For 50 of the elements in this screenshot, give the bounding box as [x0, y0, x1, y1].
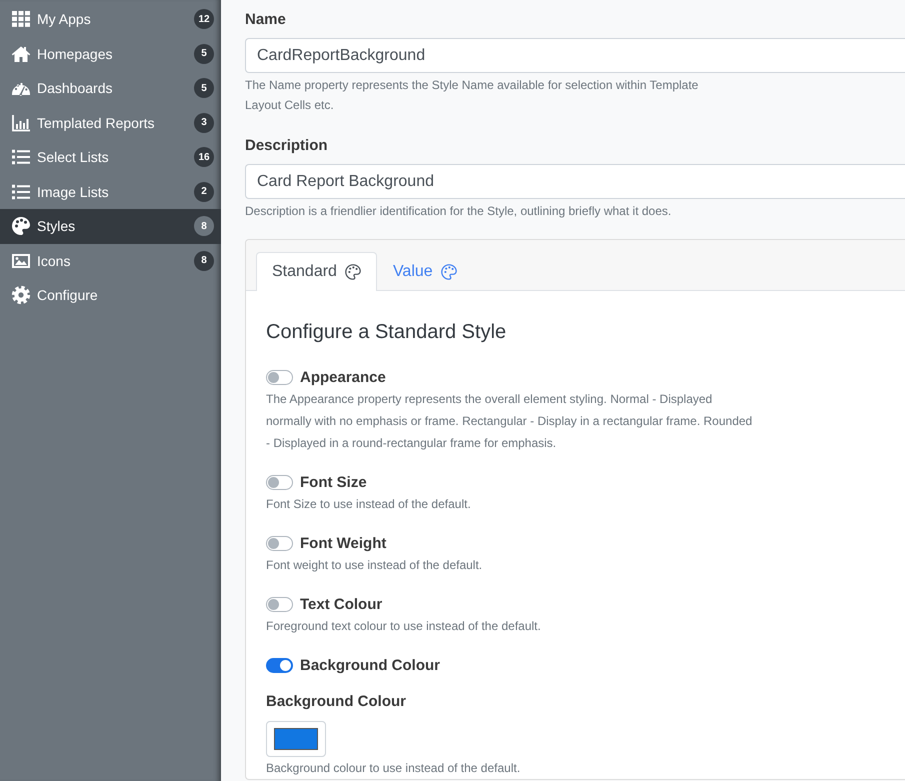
gear-icon: [11, 285, 31, 306]
house-icon: [11, 44, 31, 64]
count-badge: 8: [194, 250, 214, 271]
sidebar-item[interactable]: Icons 8: [0, 244, 221, 278]
help-text: The Name property represents the Style Name available for selection within Template Layout Cells etc.: [245, 77, 700, 114]
field-label: Name: [245, 10, 287, 30]
tab[interactable]: Standard: [256, 252, 377, 291]
option-label: Text Colour: [300, 596, 382, 612]
count-badge: 3: [194, 112, 214, 133]
option-label: Background Colour: [300, 656, 440, 674]
sidebar-item[interactable]: Dashboards 5: [0, 71, 221, 106]
sidebar-item[interactable]: Select Lists 16: [0, 140, 221, 174]
toggle-switch[interactable]: [266, 474, 293, 490]
color-picker[interactable]: [266, 721, 326, 757]
text-input[interactable]: Card Report Background: [245, 164, 905, 199]
sidebar-item[interactable]: My Apps 12: [0, 2, 221, 36]
sidebar-item[interactable]: Templated Reports 3: [0, 106, 221, 140]
option-description: Foreground text colour to use instead of the default.: [266, 618, 542, 635]
toggle-switch[interactable]: [266, 370, 293, 384]
palette-icon: [344, 264, 361, 280]
toggle-switch[interactable]: [266, 658, 293, 672]
option-description: Font Size to use instead of the default.: [266, 496, 472, 513]
count-badge: 8: [194, 216, 214, 236]
count-badge: 16: [194, 147, 214, 168]
help-text: Description is a friendlier identification for the Style, outlining briefly what it does.: [245, 203, 672, 220]
sidebar-item[interactable]: Styles 8: [0, 209, 221, 244]
sidebar-item[interactable]: Homepages 5: [0, 36, 221, 71]
count-badge: 5: [194, 78, 214, 98]
text-input[interactable]: CardReportBackground: [245, 38, 905, 73]
count-badge: 5: [194, 44, 214, 64]
bar-chart-icon: [11, 112, 31, 133]
help-text: Background colour to use instead of the default.: [266, 760, 522, 777]
toggle-switch[interactable]: [266, 536, 293, 550]
toggle-switch[interactable]: [266, 596, 293, 612]
option-label: Appearance: [300, 368, 386, 386]
option-label: Font Size: [300, 474, 367, 490]
count-badge: 12: [194, 9, 214, 30]
sidebar-item[interactable]: Image Lists 2: [0, 174, 221, 209]
option-label: Font Weight: [300, 534, 386, 552]
sidebar-item[interactable]: Configure: [0, 278, 221, 312]
count-badge: 2: [194, 182, 214, 202]
palette-icon: [11, 216, 31, 236]
grid-icon: [11, 9, 31, 30]
tab[interactable]: Value: [376, 252, 473, 290]
field-label: Description: [245, 136, 329, 156]
field-label: Background Colour: [266, 692, 408, 712]
option-description: Font weight to use instead of the default.: [266, 557, 484, 574]
option-description: The Appearance property represents the overall element styling. Normal - Displayed normally with no emphasis or frame. Rectangular - Display in a rectangular frame. Rounded - Displayed in a round-rectangular frame for emphasis.: [266, 391, 754, 452]
section-title: Configure a Standard Style: [266, 320, 508, 345]
palette-icon: [440, 264, 457, 280]
